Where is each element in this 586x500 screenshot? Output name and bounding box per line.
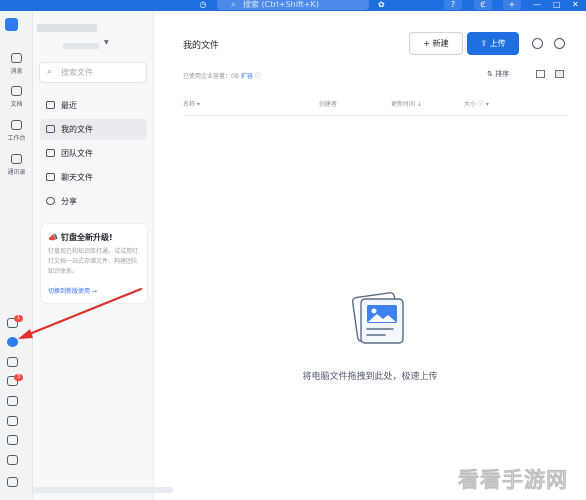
rail-item-docs[interactable]: 文档 <box>0 86 33 108</box>
empty-state-text: 将电脑文件拖拽到此处，极速上传 <box>302 372 438 382</box>
upload-icon: ⇪ <box>480 39 490 48</box>
tag-icon[interactable] <box>7 416 18 426</box>
minimize-icon[interactable]: — <box>533 0 541 9</box>
drive-sidebar: ▼ ⌕ 搜索文件 最近 我的文件 团队文件 聊天文件 分享 📣 钉盘全新升级! … <box>33 11 154 500</box>
nav-label: 我的文件 <box>61 125 93 134</box>
contacts-icon <box>11 154 22 164</box>
file-search-placeholder: 搜索文件 <box>61 68 93 77</box>
flash-icon[interactable] <box>7 396 18 406</box>
help-label: ? <box>450 0 456 9</box>
apps-icon[interactable]: ✿ <box>378 0 385 10</box>
column-updated[interactable]: 更新时间 ↓ <box>391 99 422 108</box>
rail-item-contacts[interactable]: 通讯录 <box>0 154 33 176</box>
promo-title-text: 钉盘全新升级! <box>60 233 113 242</box>
global-search-placeholder: 搜索 (Ctrl+Shift+K) <box>243 0 319 9</box>
grid-view-icon[interactable] <box>536 70 545 78</box>
rail-item-label: 文档 <box>10 101 23 108</box>
search-icon: ⌕ <box>231 0 236 9</box>
expand-capacity-link[interactable]: 扩容 <box>241 73 253 80</box>
megaphone-icon: 📣 <box>48 233 58 242</box>
info-icon[interactable]: ⓘ <box>255 73 261 80</box>
settings-icon[interactable] <box>7 477 18 487</box>
nav-my-files[interactable]: 我的文件 <box>40 119 147 140</box>
calendar-icon[interactable] <box>7 357 18 367</box>
table-header-divider <box>183 115 568 116</box>
new-button[interactable]: + 新建 <box>409 32 463 55</box>
my-files-icon <box>46 125 55 133</box>
org-name[interactable] <box>37 24 97 32</box>
chevron-down-icon[interactable]: ▼ <box>104 39 109 46</box>
annotation-arrow <box>18 287 143 339</box>
column-label: 创建者 <box>319 101 338 108</box>
org-subtitle <box>63 43 99 49</box>
home-icon <box>46 101 55 109</box>
maximize-icon[interactable]: □ <box>553 0 561 9</box>
usage-value: 0B <box>231 73 239 80</box>
column-label: 大小 <box>464 101 477 108</box>
main-panel: 我的文件 + 新建 ⇪ 上传 已使用企业容量：0B 扩容 ⓘ ⇅ 排序 名称 ▾… <box>154 11 586 500</box>
sort-label: 排序 <box>495 70 510 78</box>
help-button[interactable]: ? <box>444 0 462 10</box>
message-icon <box>11 53 22 63</box>
file-search-input[interactable]: ⌕ 搜索文件 <box>39 62 147 83</box>
sort-button[interactable]: ⇅ 排序 <box>487 69 509 79</box>
rail-item-label: 通讯录 <box>7 169 26 176</box>
search-icon: ⌕ <box>47 67 53 77</box>
nav-label: 最近 <box>61 101 77 110</box>
nav-recent[interactable]: 最近 <box>40 95 147 116</box>
refresh-icon[interactable] <box>532 38 543 49</box>
ai-assistant-button[interactable]: ℭ <box>474 0 492 10</box>
rail-item-label: 消息 <box>10 68 23 75</box>
title-bar: ◷ ⌕ 搜索 (Ctrl+Shift+K) ✿ ? ℭ + — □ ✕ <box>0 0 586 11</box>
column-creator: 创建者 <box>319 99 337 108</box>
share-icon <box>46 197 55 205</box>
add-button[interactable]: + <box>503 0 521 10</box>
nav-label: 分享 <box>61 197 77 206</box>
rail-item-label: 工作台 <box>7 135 26 142</box>
app-rail: 消息 文档 工作台 通讯录 1 3 <box>0 11 33 500</box>
site-watermark: 看看手游网 <box>458 468 568 493</box>
column-label: 名称 <box>183 101 196 108</box>
global-search-input[interactable]: ⌕ 搜索 (Ctrl+Shift+K) <box>217 0 369 10</box>
upload-button[interactable]: ⇪ 上传 <box>467 32 519 55</box>
team-files-icon <box>46 149 55 157</box>
nav-label: 聊天文件 <box>61 173 93 182</box>
rail-item-messages[interactable]: 消息 <box>0 53 33 75</box>
storage-usage: 已使用企业容量：0B 扩容 ⓘ <box>183 71 261 80</box>
promo-title: 📣 钉盘全新升级! <box>48 232 140 243</box>
empty-folder-icon <box>351 292 404 344</box>
chat-files-icon <box>46 173 55 181</box>
history-icon[interactable]: ◷ <box>198 0 208 10</box>
close-icon[interactable]: ✕ <box>572 0 579 9</box>
rail-item-workbench[interactable]: 工作台 <box>0 120 33 142</box>
workbench-icon <box>11 120 22 130</box>
page-title: 我的文件 <box>183 41 220 51</box>
column-name[interactable]: 名称 ▾ <box>183 99 200 108</box>
promo-text: 钉盘现已和知识库打通，试试用钉钉文档一站式存储文件、构建团队知识体系。 <box>48 248 139 275</box>
more-apps-icon[interactable] <box>7 455 18 465</box>
nav-share[interactable]: 分享 <box>40 191 147 212</box>
column-size[interactable]: 大小 ⓘ ▾ <box>464 99 489 108</box>
upload-label: 上传 <box>489 39 506 48</box>
column-label: 更新时间 <box>391 101 416 108</box>
usage-prefix: 已使用企业容量： <box>183 73 232 80</box>
list-view-icon[interactable] <box>555 70 564 78</box>
sort-icon: ⇅ <box>487 70 493 78</box>
nav-team-files[interactable]: 团队文件 <box>40 143 147 164</box>
inbox-icon[interactable] <box>7 435 18 445</box>
mail-badge: 3 <box>14 374 23 381</box>
nav-label: 团队文件 <box>61 149 93 158</box>
blurred-status <box>33 487 173 493</box>
nav-chat-files[interactable]: 聊天文件 <box>40 167 147 188</box>
document-icon <box>11 86 22 96</box>
avatar[interactable] <box>5 18 18 31</box>
settings-icon[interactable] <box>554 38 565 49</box>
